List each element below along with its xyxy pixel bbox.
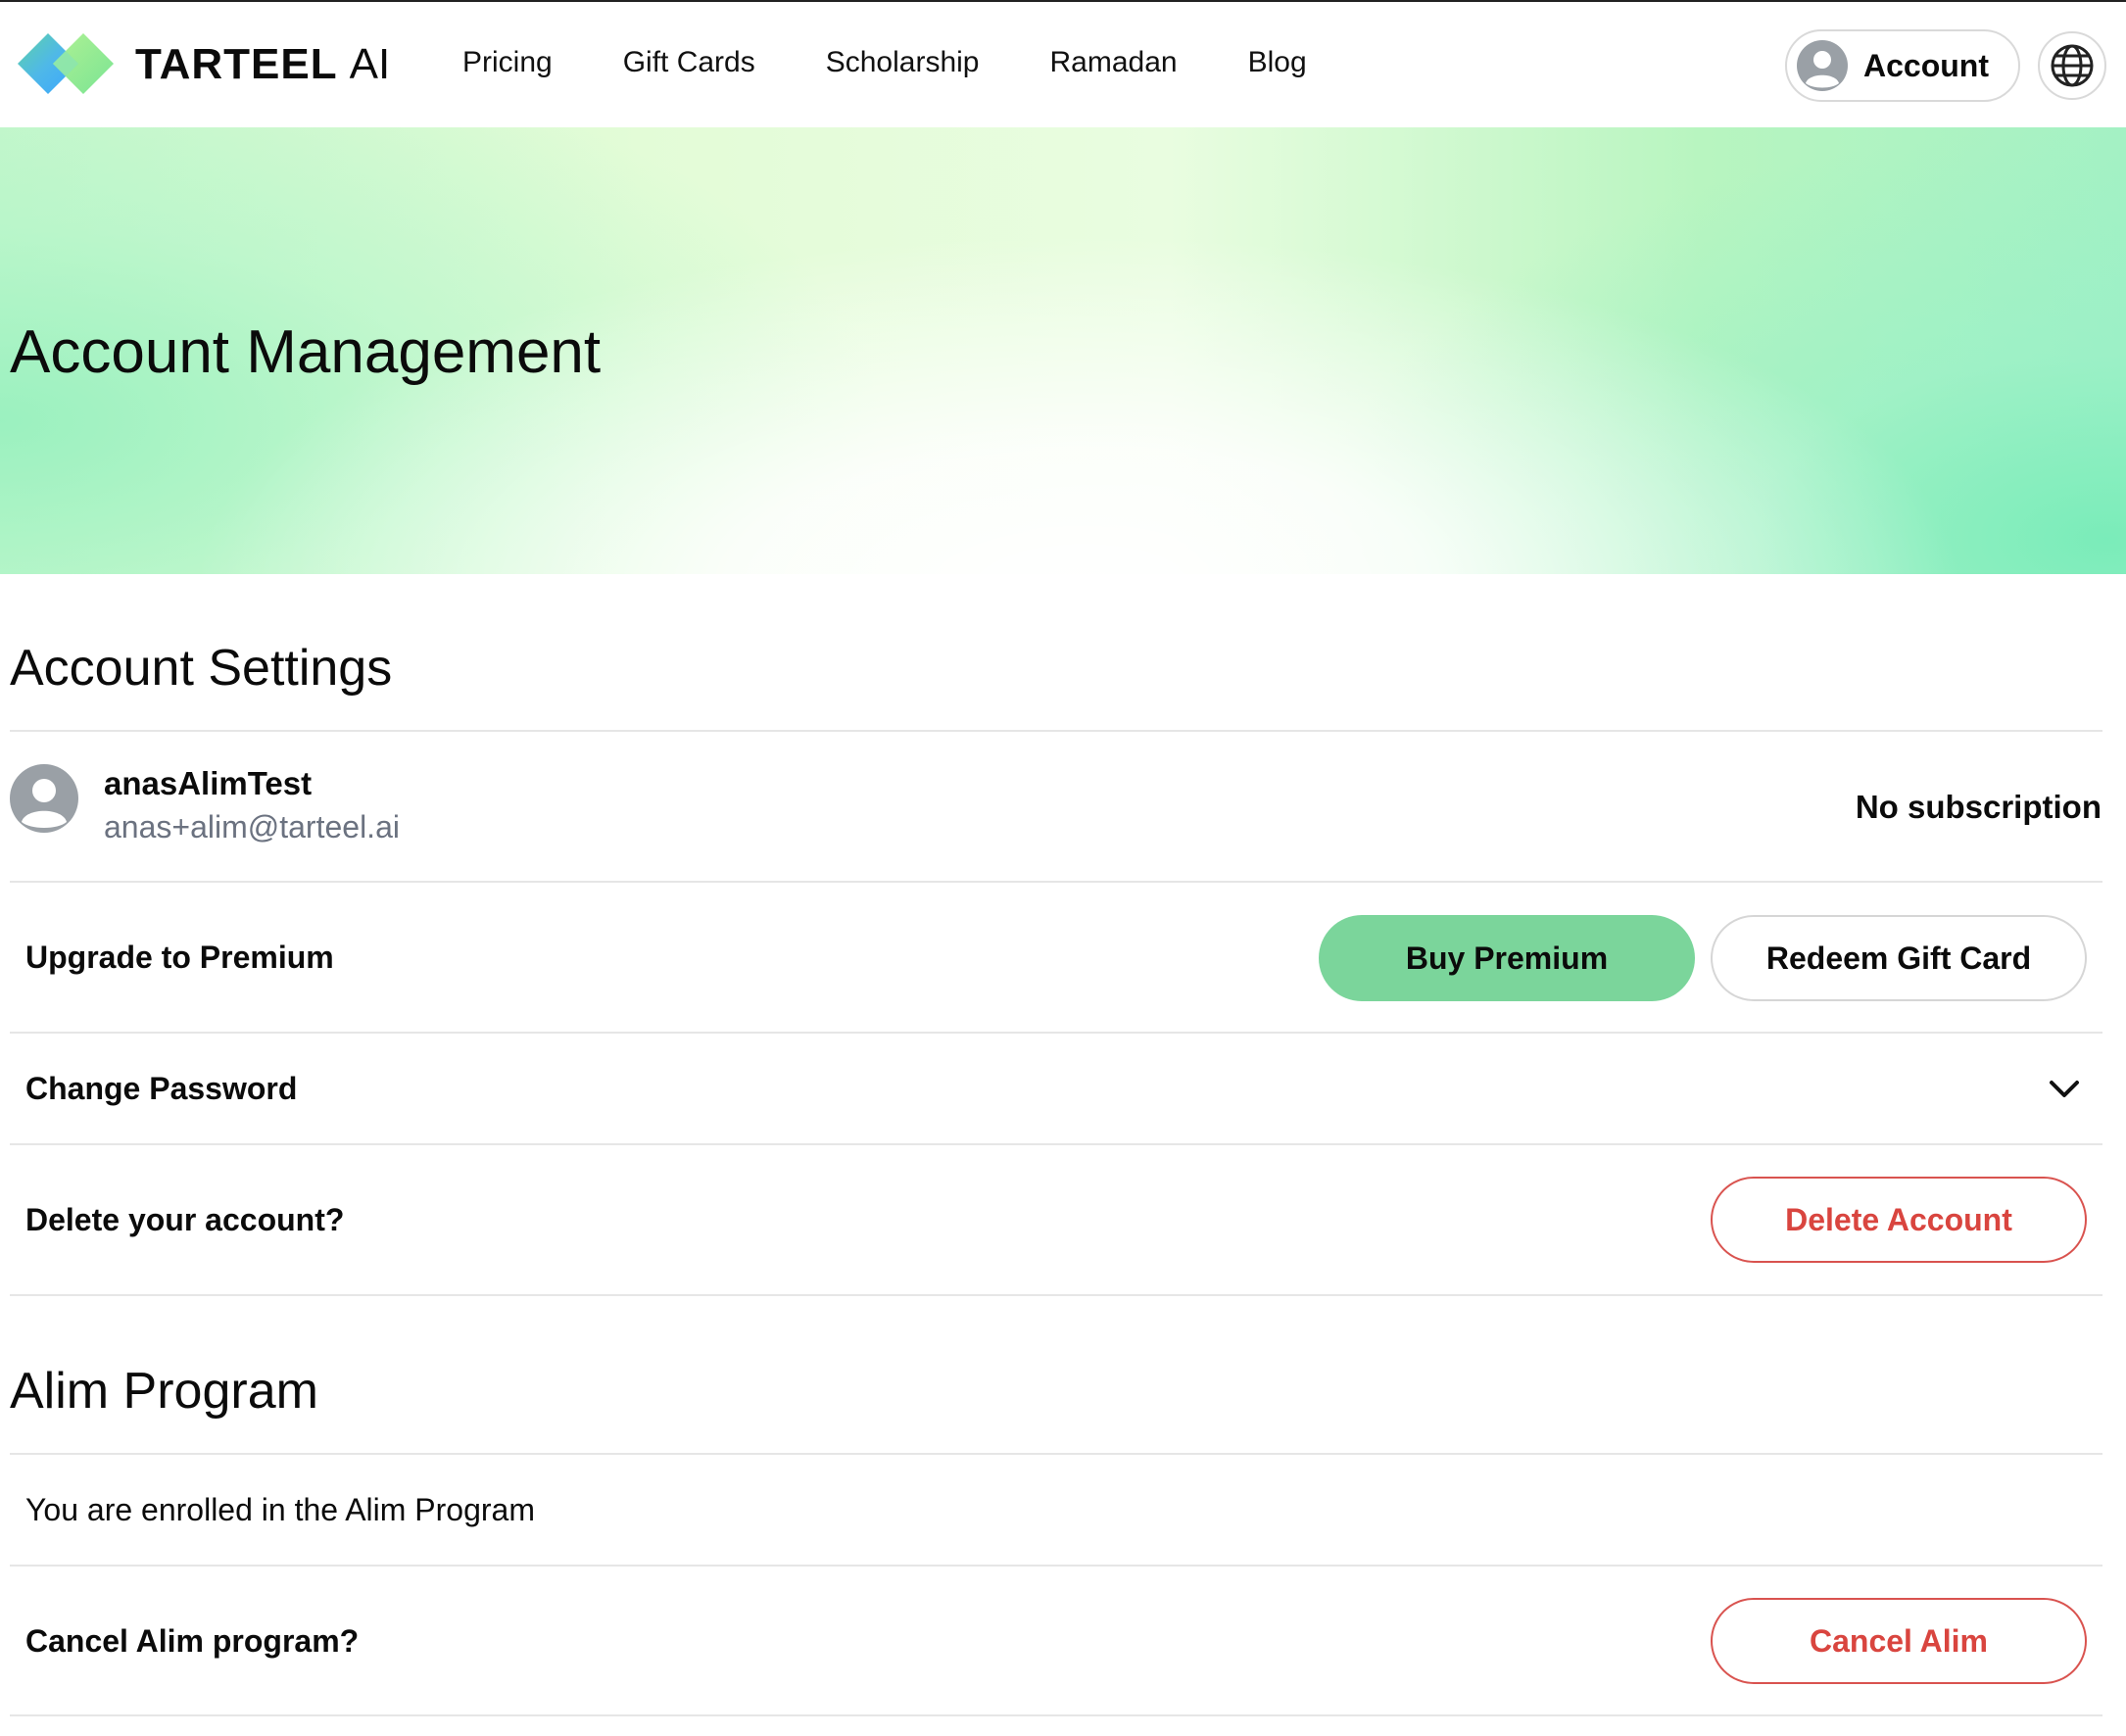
nav-gift-cards[interactable]: Gift Cards: [623, 39, 755, 86]
divider: [10, 1453, 2102, 1455]
user-avatar-icon: [1797, 40, 1848, 91]
buy-premium-button[interactable]: Buy Premium: [1319, 915, 1695, 1001]
cancel-alim-button[interactable]: Cancel Alim: [1711, 1598, 2087, 1684]
delete-account-button[interactable]: Delete Account: [1711, 1177, 2087, 1263]
divider: [10, 1143, 2102, 1145]
hero-banner: Account Management: [0, 127, 2126, 574]
account-button-label: Account: [1863, 47, 1989, 83]
divider: [10, 1714, 2102, 1716]
alim-enrollment-status: You are enrolled in the Alim Program: [25, 1492, 535, 1527]
main-nav: Pricing Gift Cards Scholarship Ramadan B…: [462, 39, 1377, 86]
cancel-alim-label: Cancel Alim program?: [25, 1623, 360, 1659]
tarteel-logo-icon[interactable]: [16, 31, 116, 96]
delete-account-label: Delete your account?: [25, 1202, 345, 1237]
redeem-gift-card-button[interactable]: Redeem Gift Card: [1711, 915, 2087, 1001]
brand-main: TARTEEL: [135, 40, 338, 88]
change-password-label[interactable]: Change Password: [25, 1067, 297, 1110]
divider: [10, 1294, 2102, 1296]
site-header: TARTEEL AI Pricing Gift Cards Scholarship…: [0, 2, 2126, 127]
divider: [10, 730, 2102, 732]
page-title: Account Management: [10, 318, 602, 386]
account-settings-heading: Account Settings: [10, 640, 393, 697]
divider: [10, 1032, 2102, 1034]
divider: [10, 881, 2102, 883]
chevron-down-icon[interactable]: [2048, 1076, 2081, 1101]
nav-ramadan[interactable]: Ramadan: [1050, 39, 1178, 86]
language-button[interactable]: [2038, 31, 2106, 100]
account-button[interactable]: Account: [1785, 29, 2020, 102]
nav-pricing[interactable]: Pricing: [462, 39, 553, 86]
divider: [10, 1565, 2102, 1567]
nav-blog[interactable]: Blog: [1248, 39, 1307, 86]
upgrade-label: Upgrade to Premium: [25, 940, 334, 975]
user-email: anas+alim@tarteel.ai: [104, 809, 400, 844]
brand-wordmark[interactable]: TARTEEL AI: [135, 37, 390, 92]
brand-ai: AI: [349, 40, 391, 88]
avatar: [10, 764, 78, 833]
globe-icon: [2051, 44, 2094, 87]
nav-scholarship[interactable]: Scholarship: [826, 39, 980, 86]
subscription-status: No subscription: [1855, 789, 2102, 825]
alim-program-heading: Alim Program: [10, 1363, 318, 1420]
user-name: anasAlimTest: [104, 765, 313, 801]
